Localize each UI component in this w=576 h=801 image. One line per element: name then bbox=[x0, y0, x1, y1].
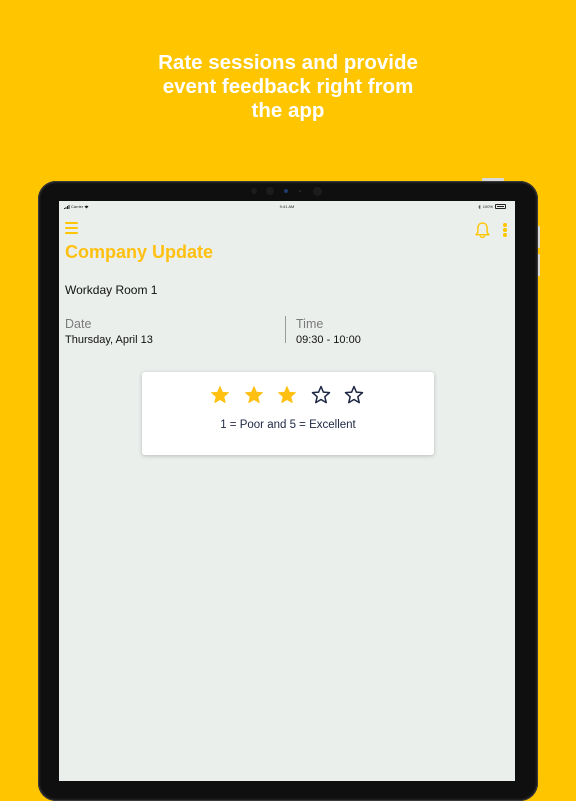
star-filled-icon[interactable] bbox=[244, 385, 264, 405]
date-block: Date Thursday, April 13 bbox=[65, 317, 153, 346]
bell-icon[interactable] bbox=[474, 221, 491, 240]
time-label: Time bbox=[296, 317, 324, 331]
headline-line-2: event feedback right from bbox=[162, 75, 414, 98]
status-time: 9:41 AM bbox=[279, 204, 295, 209]
vertical-dots-icon[interactable] bbox=[501, 223, 509, 239]
proximity-sensor bbox=[299, 190, 301, 192]
headline-line-1: Rate sessions and provide bbox=[158, 51, 418, 74]
star-filled-icon[interactable] bbox=[210, 385, 230, 405]
hamburger-menu-icon[interactable] bbox=[65, 222, 78, 234]
date-value: Thursday, April 13 bbox=[65, 334, 153, 346]
status-battery-group: 100% bbox=[478, 204, 506, 209]
rating-caption: 1 = Poor and 5 = Excellent bbox=[220, 419, 356, 431]
star-outline-icon[interactable] bbox=[311, 385, 331, 405]
app-screen: Carrier 9:41 AM 100% Company Update Work… bbox=[59, 201, 515, 781]
time-block: Time 09:30 - 10:00 bbox=[296, 317, 361, 346]
session-room: Workday Room 1 bbox=[65, 283, 158, 297]
battery-percent: 100% bbox=[482, 204, 493, 209]
rating-card: 1 = Poor and 5 = Excellent bbox=[142, 372, 434, 455]
time-value: 09:30 - 10:00 bbox=[296, 334, 361, 346]
info-divider bbox=[285, 316, 286, 343]
battery-icon bbox=[495, 204, 506, 209]
promo-headline: Rate sessions and provide event feedback… bbox=[0, 51, 576, 123]
status-bar: Carrier 9:41 AM 100% bbox=[59, 203, 515, 211]
session-title: Company Update bbox=[65, 242, 214, 262]
camera-sensor bbox=[251, 188, 257, 194]
star-outline-icon[interactable] bbox=[344, 385, 364, 405]
front-camera bbox=[284, 189, 288, 193]
headline-line-3: the app bbox=[251, 99, 325, 122]
camera-lens bbox=[266, 187, 274, 195]
camera-flash bbox=[313, 187, 322, 196]
date-label: Date bbox=[65, 317, 92, 331]
star-rating bbox=[210, 385, 364, 405]
star-filled-icon[interactable] bbox=[277, 385, 297, 405]
bluetooth-icon bbox=[478, 204, 481, 209]
